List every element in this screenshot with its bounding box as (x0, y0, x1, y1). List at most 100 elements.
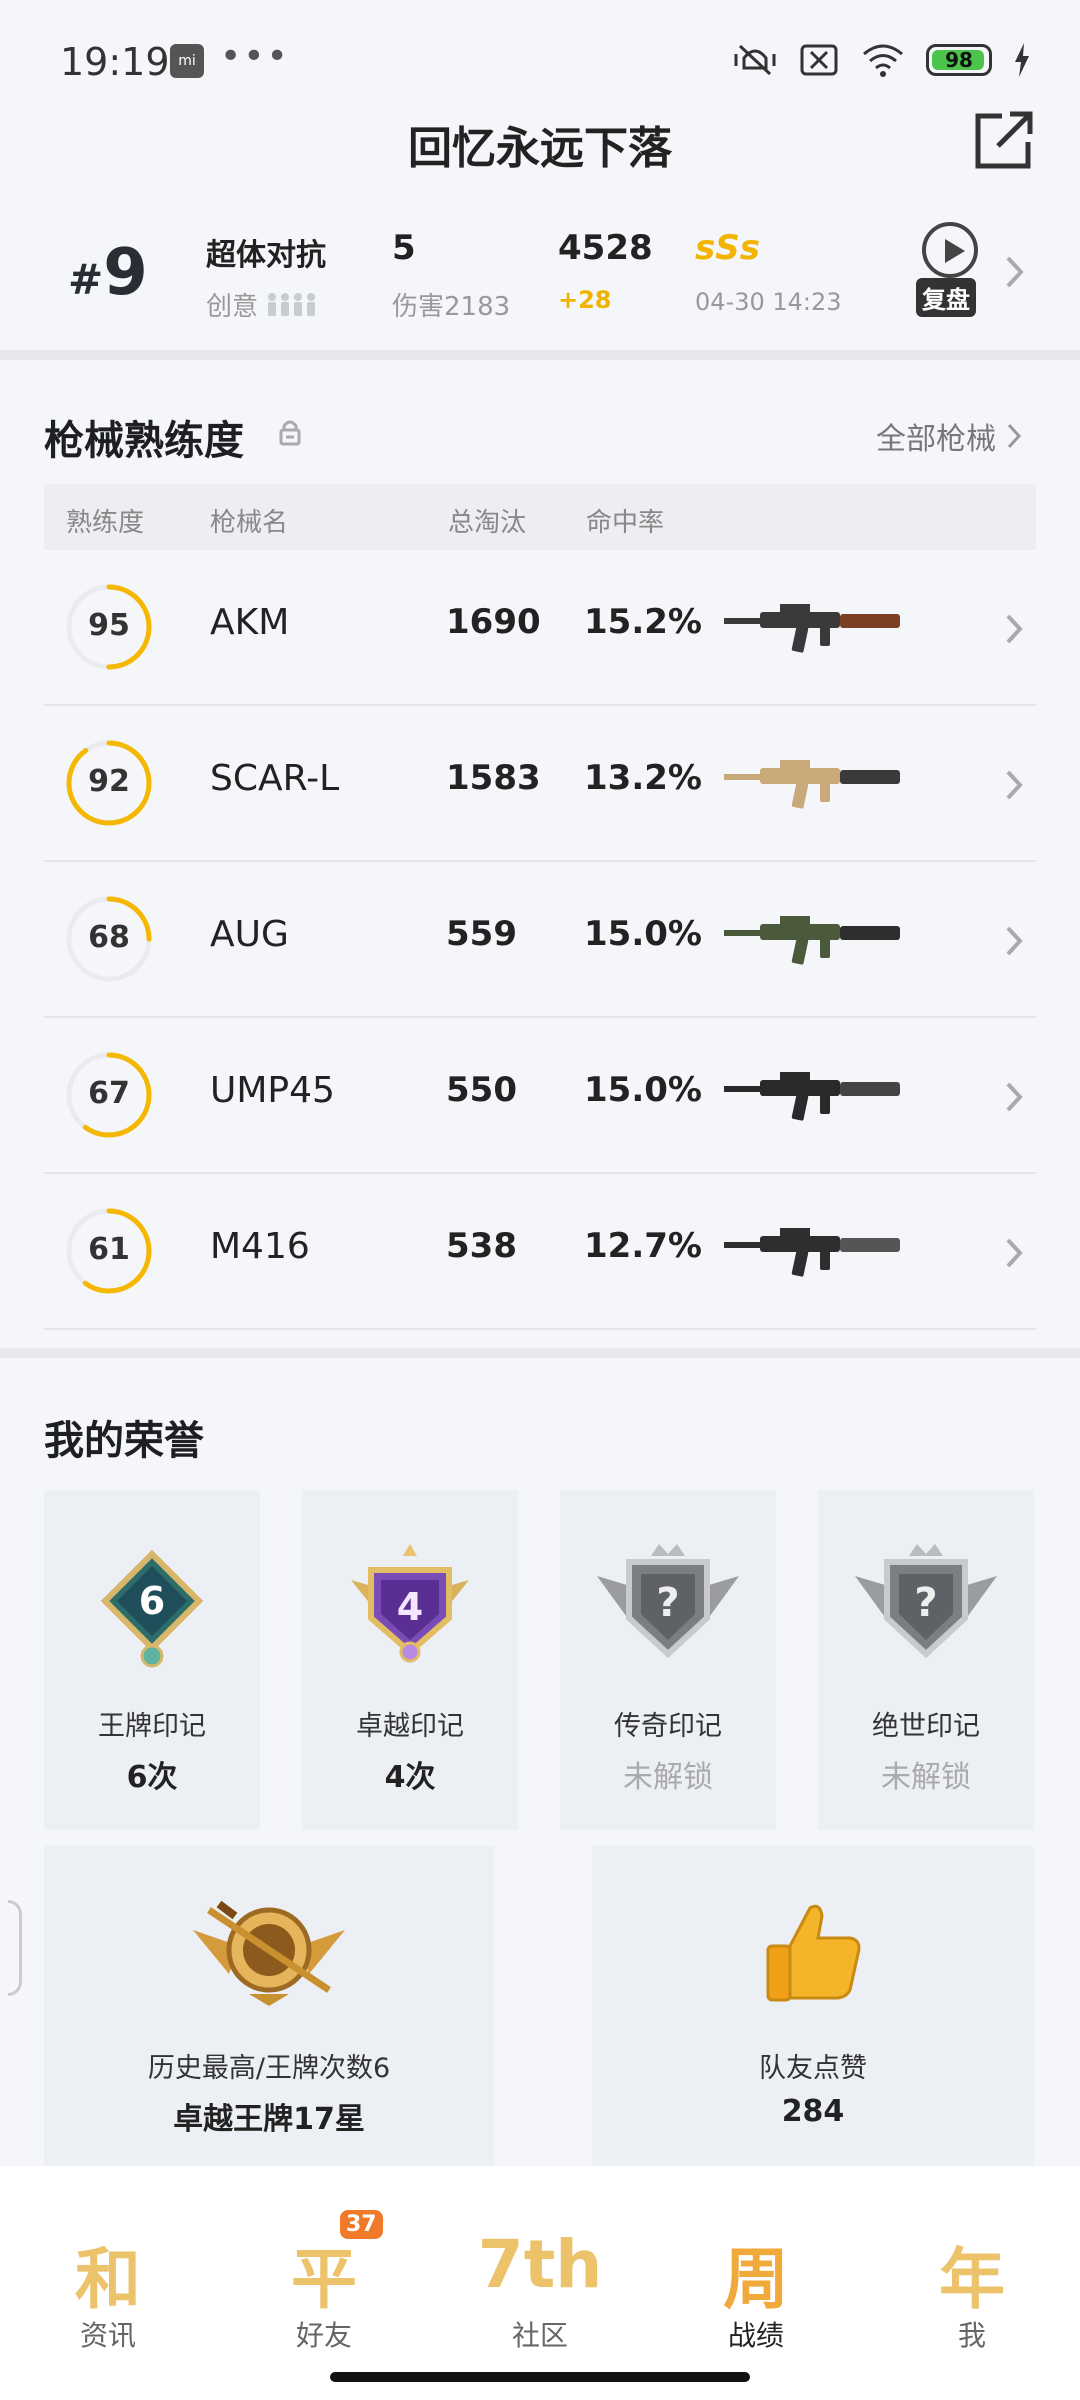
honor-count: 4次 (384, 1760, 436, 1795)
weapon-kills: 538 (446, 1226, 517, 1266)
battery-level: 98 (945, 48, 973, 72)
weapon-accuracy: 15.0% (584, 1070, 702, 1110)
honor-card-excellent[interactable]: 4 卓越印记 4次 (302, 1490, 518, 1830)
weapon-table-header: 熟练度 枪械名 总淘汰 命中率 (44, 484, 1036, 550)
proficiency-value: 95 (88, 608, 130, 643)
match-score: 4528 (558, 228, 653, 268)
excellent-badge-icon: 4 (351, 1544, 469, 1663)
all-weapons-link[interactable]: 全部枪械 (876, 414, 1022, 458)
nav-item-friends[interactable]: 平 37 好友 (216, 2166, 432, 2400)
chevron-right-icon (1007, 423, 1022, 449)
nav-item-news[interactable]: 和 资讯 (0, 2166, 216, 2400)
weapon-accuracy: 13.2% (584, 758, 702, 798)
proficiency-ring: 61 (64, 1206, 154, 1296)
match-rank: #9 (68, 236, 148, 310)
match-sub: 创意 (206, 286, 318, 323)
chevron-right-icon[interactable] (1004, 254, 1026, 290)
latest-match-row[interactable]: #9 超体对抗 创意 5 伤害2183 4528 +28 sSs 04-30 1… (0, 200, 1080, 350)
wifi-icon (863, 44, 903, 77)
weapon-section-title: 枪械熟练度 (44, 418, 244, 464)
weapon-kills: 1583 (446, 758, 541, 798)
weapon-name: UMP45 (210, 1070, 335, 1111)
nav-friends-icon: 平 (291, 2241, 357, 2318)
nav-news-icon: 和 (75, 2241, 141, 2318)
chevron-right-icon (1006, 614, 1023, 644)
replay-button[interactable]: 复盘 (914, 222, 986, 322)
nav-label: 我 (957, 2319, 986, 2352)
rank-hash: # (68, 255, 104, 304)
team-members-icon (268, 292, 316, 316)
honor-card-likes[interactable]: 队友点赞 284 (592, 1846, 1034, 2166)
chevron-right-icon (1006, 1082, 1023, 1112)
match-mode: 超体对抗 (206, 238, 326, 273)
home-indicator[interactable] (330, 2372, 750, 2382)
ace-rank-emblem-icon (193, 1900, 345, 2006)
weapon-image-icon (724, 916, 900, 965)
honor-count: 6次 (126, 1760, 178, 1795)
weapon-row[interactable]: 67 UMP45 550 15.0% (44, 1018, 1036, 1174)
honor-card-ace[interactable]: 6 王牌印记 6次 (44, 1490, 260, 1830)
nav-label: 资讯 (79, 2319, 136, 2352)
nav-item-records[interactable]: 周 战绩 (648, 2166, 864, 2400)
thumbs-up-icon (766, 1904, 861, 2002)
side-edge-handle[interactable] (8, 1900, 22, 1996)
page-title: 回忆永远下落 (408, 123, 672, 174)
no-sim-icon (800, 44, 838, 76)
weapon-accuracy: 15.2% (584, 602, 702, 642)
charging-icon (1015, 43, 1029, 77)
weapon-row[interactable]: 95 AKM 1690 15.2% (44, 550, 1036, 706)
battery-icon: 98 (926, 44, 992, 76)
honor-card-peerless[interactable]: ? 绝世印记 未解锁 (818, 1490, 1034, 1830)
match-damage: 伤害2183 (392, 292, 511, 322)
replay-label: 复盘 (916, 278, 976, 317)
share-icon[interactable] (972, 110, 1034, 172)
bottom-nav: 和 资讯 平 37 好友 7th 社区 周 战绩 年 我 (0, 2166, 1080, 2400)
mute-vibrate-icon (734, 44, 776, 76)
rank-value: 9 (103, 236, 148, 310)
weapon-image-icon (724, 1072, 900, 1121)
ace-badge-number: 6 (139, 1579, 165, 1623)
chevron-right-icon (1006, 1238, 1023, 1268)
match-date: 04-30 14:23 (695, 288, 842, 316)
honor-label: 绝世印记 (872, 1711, 980, 1742)
weapon-kills: 550 (446, 1070, 517, 1110)
honor-count: 未解锁 (623, 1760, 713, 1795)
ace-badge-icon: 6 (100, 1550, 204, 1668)
lock-icon (279, 420, 301, 446)
nav-me-icon: 年 (939, 2241, 1005, 2318)
honor-card-history[interactable]: 历史最高/王牌次数6 卓越王牌17星 (44, 1846, 494, 2166)
section-divider (0, 1348, 1080, 1358)
app-notification-icon: mi (170, 44, 204, 78)
weapon-image-icon (724, 604, 900, 653)
weapon-row[interactable]: 68 AUG 559 15.0% (44, 862, 1036, 1018)
chevron-right-icon (1006, 770, 1023, 800)
legend-badge-symbol: ? (656, 1580, 679, 1626)
weapon-kills: 559 (446, 914, 517, 954)
nav-item-community[interactable]: 7th 社区 (432, 2166, 648, 2400)
likes-label: 队友点赞 (759, 2053, 867, 2084)
proficiency-value: 61 (88, 1232, 130, 1267)
peerless-badge-locked-icon: ? (855, 1544, 997, 1659)
match-grade: sSs (695, 228, 760, 268)
weapon-row[interactable]: 92 SCAR-L 1583 13.2% (44, 706, 1036, 862)
history-label: 历史最高/王牌次数6 (147, 2053, 391, 2084)
nav-records-icon: 周 (723, 2241, 789, 2318)
status-bar: 19:19 mi ••• 98 (0, 0, 1080, 120)
play-icon (922, 222, 978, 278)
honor-label: 卓越印记 (356, 1711, 464, 1742)
honor-label: 传奇印记 (614, 1711, 722, 1742)
header-proficiency: 熟练度 (66, 508, 145, 538)
nav-label: 社区 (511, 2319, 568, 2352)
weapon-image-icon (724, 760, 900, 809)
nav-item-me[interactable]: 年 我 (864, 2166, 1080, 2400)
proficiency-ring: 67 (64, 1050, 154, 1140)
weapon-name: AUG (210, 914, 289, 955)
status-time: 19:19 (60, 40, 170, 84)
nav-label: 好友 (295, 2319, 352, 2352)
section-divider (0, 350, 1080, 360)
honor-card-legend[interactable]: ? 传奇印记 未解锁 (560, 1490, 776, 1830)
weapon-accuracy: 12.7% (584, 1226, 702, 1266)
likes-value: 284 (781, 2094, 845, 2129)
header-accuracy: 命中率 (586, 508, 665, 538)
weapon-row[interactable]: 61 M416 538 12.7% (44, 1174, 1036, 1330)
